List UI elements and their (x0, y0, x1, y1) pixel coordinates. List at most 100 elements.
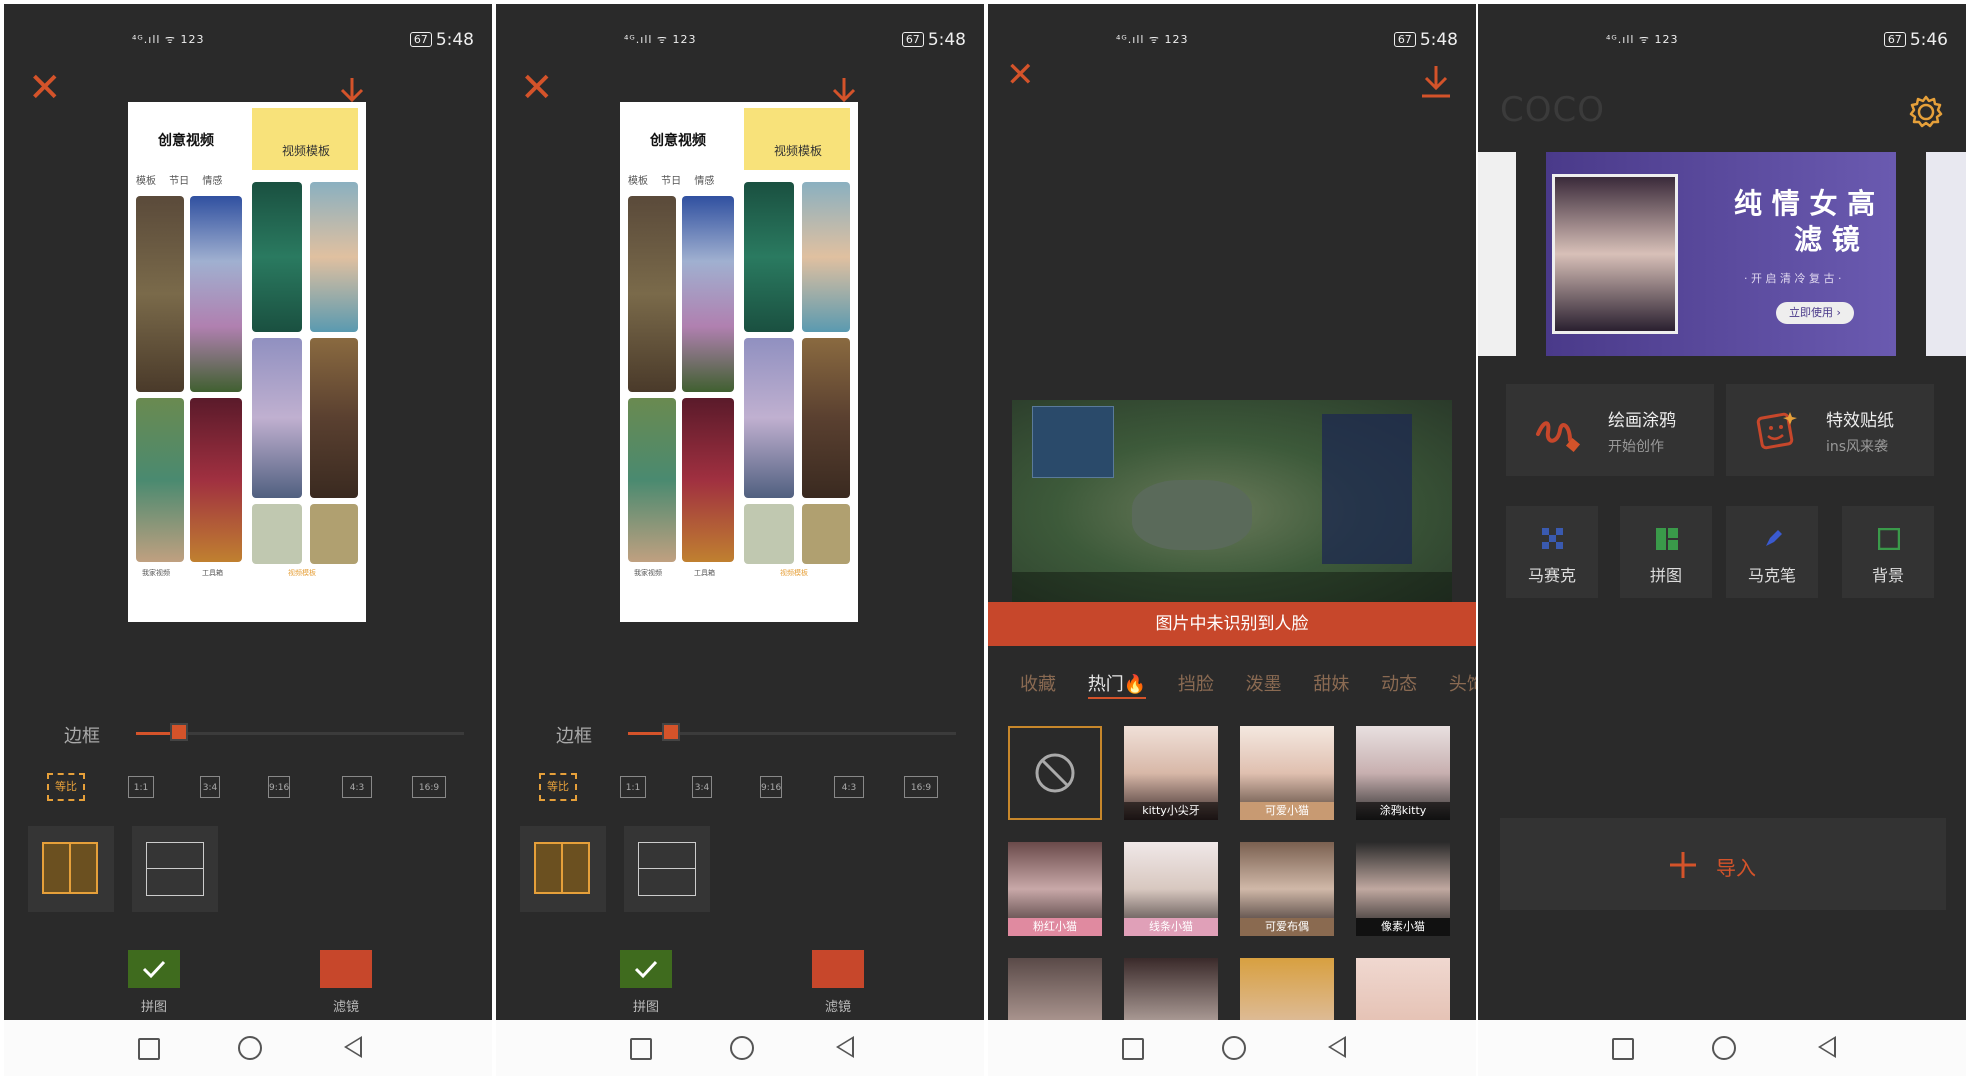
recents-icon[interactable] (1612, 1038, 1634, 1060)
recents-icon[interactable] (138, 1038, 160, 1060)
sticker-item[interactable]: 可爱小猫 (1240, 726, 1334, 820)
banner-prev-peek[interactable] (1478, 152, 1516, 356)
tab-hot[interactable]: 热门🔥 (1087, 674, 1147, 699)
ratio-9-16[interactable]: 9:16 (268, 776, 290, 798)
aspect-ratio-bar: 等比 1:1 3:4 9:16 4:3 16:9 (47, 772, 470, 806)
ratio-3-4[interactable]: 3:4 (200, 776, 220, 798)
status-bar: ⁴ᴳ.ıll ᯤ 123 67 5:48 (988, 28, 1476, 56)
tool-collage-label: 拼图 (1649, 566, 1682, 585)
home-icon[interactable] (1222, 1036, 1246, 1060)
sticker-item[interactable]: 线条小猫 (1124, 842, 1218, 936)
status-bar: ⁴ᴳ.ıll ᯤ 123 67 5:46 (1478, 28, 1966, 56)
close-icon[interactable]: ✕ (520, 68, 554, 108)
sticker-item[interactable]: 粉红小猫 (1008, 842, 1102, 936)
system-nav-bar (1478, 1020, 1966, 1076)
layout-vertical-split[interactable] (520, 826, 606, 912)
sticker-screen: ⁴ᴳ.ıll ᯤ 123 67 5:48 ✕ 图片中未识别到人脸 收藏 热门🔥 挡… (988, 4, 1476, 1076)
sticker-item[interactable]: 可爱布偶 (1240, 842, 1334, 936)
ratio-16-9[interactable]: 16:9 (412, 776, 446, 798)
recents-icon[interactable] (1122, 1038, 1144, 1060)
home-icon[interactable] (730, 1036, 754, 1060)
border-slider-thumb[interactable] (169, 723, 188, 741)
preview-title: 创意视频 (158, 133, 214, 149)
home-screen: ⁴ᴳ.ıll ᯤ 123 67 5:46 COCO 纯 情 女 高 滤 镜 · 开… (1478, 4, 1966, 1076)
close-icon[interactable]: ✕ (1006, 58, 1035, 92)
ratio-9-16[interactable]: 9:16 (760, 776, 782, 798)
filter-button[interactable] (320, 950, 372, 988)
battery-icon: 67 (1883, 32, 1906, 47)
border-slider[interactable] (628, 723, 956, 741)
ratio-1-1[interactable]: 1:1 (620, 776, 646, 798)
back-icon[interactable] (1818, 1036, 1836, 1058)
tool-collage[interactable]: 拼图 (1620, 506, 1712, 598)
tool-marker[interactable]: 马克笔 (1726, 506, 1818, 598)
collage-preview: 创意视频 视频模板 模板 节日 情感 我家视频 工具箱 视频模板 (620, 102, 858, 622)
tab-favorites[interactable]: 收藏 (1020, 674, 1056, 695)
preview-tabs: 模板 节日 情感 (136, 176, 223, 187)
gear-icon[interactable] (1908, 94, 1944, 130)
layout-horizontal-split[interactable] (624, 826, 710, 912)
sticker-card[interactable]: 特效贴纸 ins风来袭 (1726, 384, 1934, 476)
import-button[interactable]: 导入 (1500, 818, 1946, 910)
sticker-icon (1756, 412, 1797, 450)
tab-face-cover[interactable]: 挡脸 (1178, 674, 1214, 695)
layout-vertical-split[interactable] (28, 826, 114, 912)
ratio-original[interactable]: 等比 (47, 773, 85, 801)
ratio-4-3[interactable]: 4:3 (342, 776, 372, 798)
tab-sweet[interactable]: 甜妹 (1313, 674, 1349, 695)
tab-ink[interactable]: 泼墨 (1246, 674, 1282, 695)
preview-tabs: 模板 节日 情感 (628, 176, 715, 187)
back-icon[interactable] (1328, 1036, 1346, 1058)
back-icon[interactable] (344, 1036, 362, 1058)
preview-nav: 我家视频 工具箱 视频模板 (142, 569, 316, 577)
ratio-1-1[interactable]: 1:1 (128, 776, 154, 798)
sticker-item[interactable]: 像素小猫 (1356, 842, 1450, 936)
home-icon[interactable] (1712, 1036, 1736, 1060)
sticker-item[interactable]: 涂鸦kitty (1356, 726, 1450, 820)
preview-tile (252, 338, 302, 498)
confirm-button[interactable] (620, 950, 672, 988)
clock: 5:48 (435, 30, 474, 50)
preview-yellow-card: 视频模板 (252, 108, 358, 170)
border-slider[interactable] (136, 723, 464, 741)
tool-background[interactable]: 背景 (1842, 506, 1934, 598)
banner-use-button[interactable]: 立即使用 › (1776, 302, 1854, 324)
banner-next-peek[interactable] (1926, 152, 1966, 356)
sticker-none[interactable] (1008, 726, 1102, 820)
preview-tile (744, 182, 794, 332)
preview-tile (802, 182, 850, 332)
recents-icon[interactable] (630, 1038, 652, 1060)
confirm-label: 拼图 (140, 1000, 167, 1015)
ratio-original[interactable]: 等比 (539, 773, 577, 801)
ratio-4-3[interactable]: 4:3 (834, 776, 864, 798)
doodle-card[interactable]: 绘画涂鸦 开始创作 (1506, 384, 1714, 476)
tab-dynamic[interactable]: 动态 (1381, 674, 1417, 695)
tool-mosaic[interactable]: 马赛克 (1506, 506, 1598, 598)
border-slider-thumb[interactable] (661, 723, 680, 741)
mosaic-icon (1542, 528, 1563, 549)
signal-icons: ⁴ᴳ.ıll ᯤ 123 (624, 33, 697, 46)
plus-icon (1670, 852, 1696, 878)
preview-tile (190, 398, 242, 562)
download-icon[interactable] (1420, 64, 1452, 100)
layout-horizontal-split[interactable] (132, 826, 218, 912)
tool-marker-label: 马克笔 (1747, 566, 1796, 585)
preview-tile (744, 338, 794, 498)
banner-title-2: 滤 镜 (1794, 223, 1860, 256)
sticker-card-title: 特效贴纸 (1826, 411, 1894, 431)
tab-headwear[interactable]: 头饰 (1449, 674, 1476, 695)
home-icon[interactable] (238, 1036, 262, 1060)
status-bar: ⁴ᴳ.ıll ᯤ 123 67 5:48 (496, 28, 984, 56)
promo-banner[interactable]: 纯 情 女 高 滤 镜 · 开 启 清 冷 复 古 · 立即使用 › (1546, 152, 1896, 356)
back-icon[interactable] (836, 1036, 854, 1058)
ratio-3-4[interactable]: 3:4 (692, 776, 712, 798)
clock: 5:48 (927, 30, 966, 50)
border-label: 边框 (556, 726, 592, 747)
editor-screen-2: ⁴ᴳ.ıll ᯤ 123 67 5:48 ✕ 创意视频 视频模板 模板 节日 情感… (496, 4, 984, 1076)
sticker-item[interactable]: kitty小尖牙 (1124, 726, 1218, 820)
ratio-16-9[interactable]: 16:9 (904, 776, 938, 798)
close-icon[interactable]: ✕ (28, 68, 62, 108)
preview-tile (136, 398, 184, 562)
filter-button[interactable] (812, 950, 864, 988)
confirm-button[interactable] (128, 950, 180, 988)
